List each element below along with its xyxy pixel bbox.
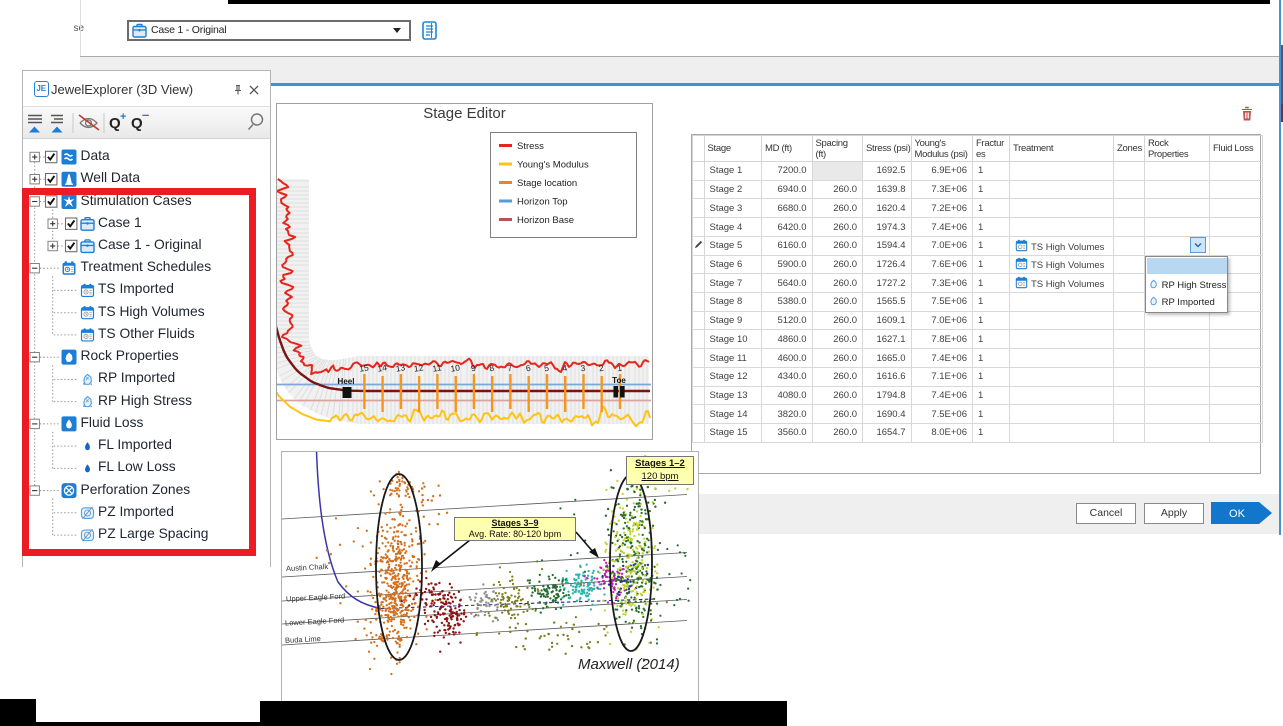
svg-text:OK: OK [1229,508,1246,520]
svg-text:10: 10 [450,362,461,373]
svg-text:Young's Modulus: Young's Modulus [517,160,589,171]
svg-text:Stress: Stress [517,141,544,152]
svg-text:Heel: Heel [338,377,355,386]
svg-text:Stage location: Stage location [517,178,577,189]
svg-text:Toe: Toe [612,376,626,385]
svg-text:Horizon Base: Horizon Base [517,215,574,226]
svg-text:14: 14 [377,362,388,373]
svg-text:13: 13 [395,362,406,373]
svg-text:11: 11 [432,362,443,373]
svg-text:Horizon Top: Horizon Top [517,197,568,208]
svg-text:12: 12 [413,362,424,373]
svg-text:15: 15 [358,362,369,373]
